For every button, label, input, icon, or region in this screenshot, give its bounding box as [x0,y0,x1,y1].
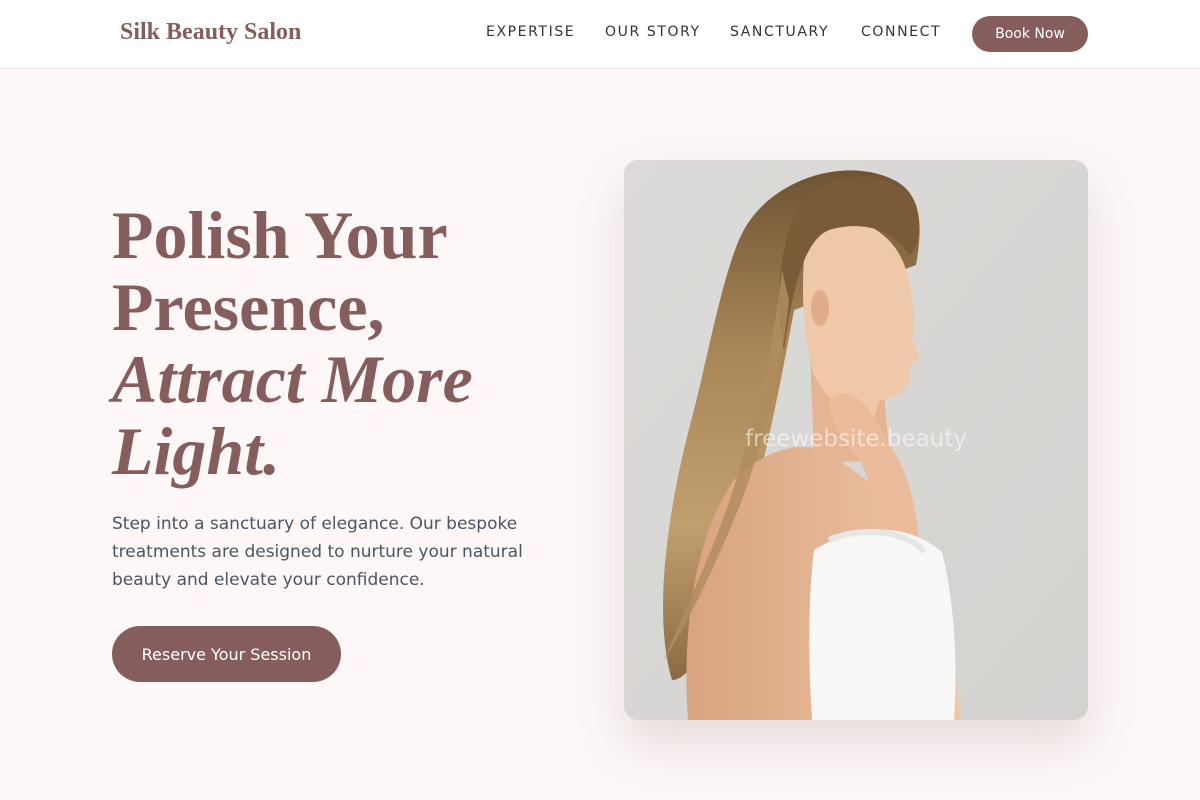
navbar: Silk Beauty Salon EXPERTISE OUR STORY SA… [0,0,1200,69]
hero-title-line-3: Attract More [112,341,473,417]
hero-title-line-1: Polish Your [112,197,448,273]
nav-link-our-story[interactable]: OUR STORY [605,24,701,40]
nav-link-connect[interactable]: CONNECT [861,24,941,40]
nav-link-expertise[interactable]: EXPERTISE [486,24,575,40]
book-now-button[interactable]: Book Now [972,16,1088,52]
hero-description: Step into a sanctuary of elegance. Our b… [112,514,523,590]
hero-title: Polish Your Presence, Attract More Light… [112,199,572,487]
hero-photo: freewebsite.beauty [624,160,1088,720]
nav-link-sanctuary[interactable]: SANCTUARY [730,24,829,40]
site-logo[interactable]: Silk Beauty Salon [120,19,301,46]
reserve-session-button[interactable]: Reserve Your Session [112,626,341,682]
image-watermark: freewebsite.beauty [745,426,967,452]
hero-title-line-4: Light. [112,413,281,489]
hero-title-line-2: Presence, [112,269,385,345]
